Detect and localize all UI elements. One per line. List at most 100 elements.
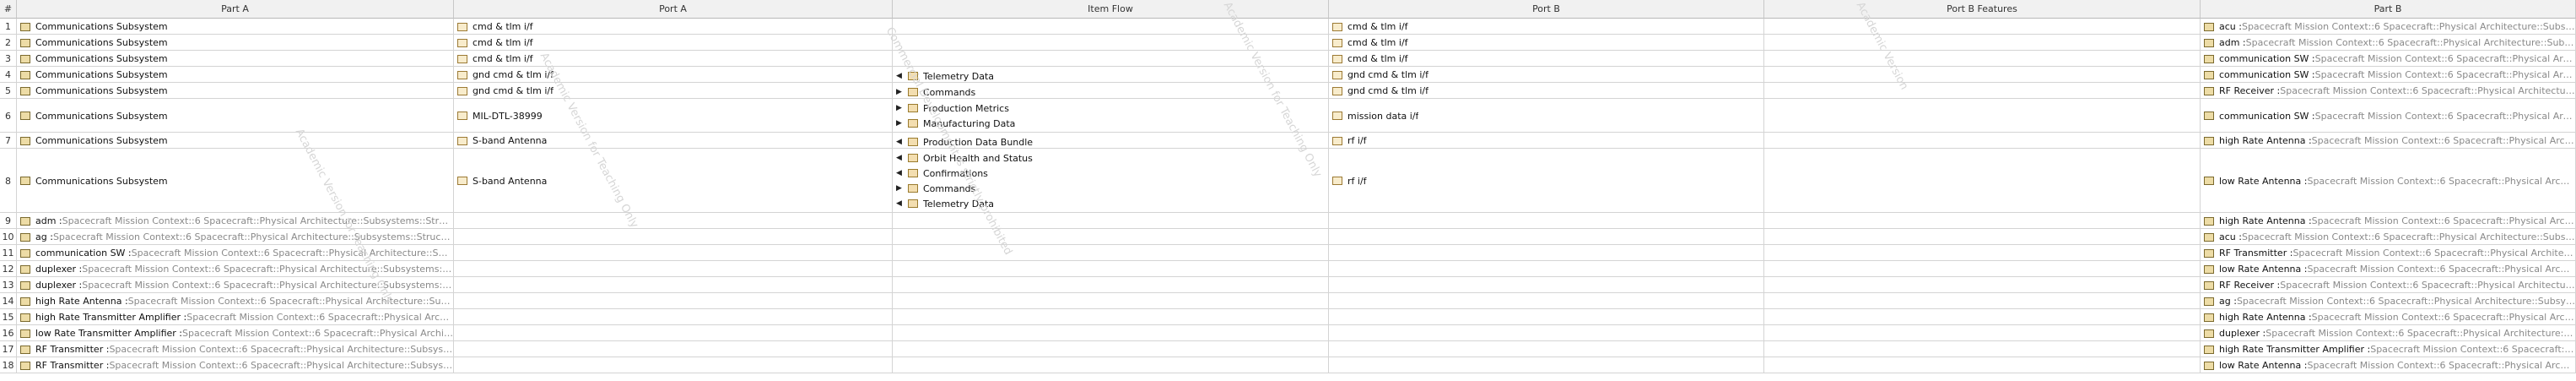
port-b-cell[interactable] [1329,213,1764,229]
port-a-entry[interactable]: S-band Antenna [454,173,892,188]
table-row[interactable]: 14 high Rate Antenna : Spacecraft Mission… [0,293,2576,309]
part-b-cell[interactable]: communication SW : Spacecraft Mission Co… [2201,99,2576,133]
port-a-entry[interactable]: cmd & tlm i/f [454,19,892,35]
port-a-cell[interactable] [454,309,893,325]
port-b-entry[interactable]: cmd & tlm i/f [1329,35,1763,51]
port-a-cell[interactable]: S-band Antenna [454,133,893,149]
part-a-entry[interactable]: communication SW : Spacecraft Mission Co… [17,246,453,261]
table-row[interactable]: 5 Communications Subsystem gnd cmd & tlm i… [0,83,2576,99]
port-b-features-cell[interactable] [1764,341,2201,357]
port-a-cell[interactable]: S-band Antenna [454,149,893,213]
item-flow-cell[interactable] [893,341,1329,357]
port-b-entry[interactable]: gnd cmd & tlm i/f [1329,68,1763,83]
part-a-cell[interactable]: Communications Subsystem [17,83,454,99]
port-b-cell[interactable]: mission data i/f [1329,99,1764,133]
part-a-cell[interactable]: low Rate Transmitter Amplifier : Spacecr… [17,325,454,341]
port-a-entry[interactable]: cmd & tlm i/f [454,52,892,67]
part-b-cell[interactable]: adm : Spacecraft Mission Context::6 Spac… [2201,35,2576,51]
port-b-features-cell[interactable] [1764,133,2201,149]
port-a-cell[interactable]: cmd & tlm i/f [454,19,893,35]
port-b-features-cell[interactable] [1764,309,2201,325]
item-flow-cell[interactable] [893,277,1329,293]
port-a-cell[interactable] [454,229,893,245]
part-a-cell[interactable]: duplexer : Spacecraft Mission Context::6… [17,261,454,277]
part-b-cell[interactable]: high Rate Antenna : Spacecraft Mission C… [2201,213,2576,229]
part-a-entry[interactable]: Communications Subsystem [17,173,453,188]
port-a-cell[interactable] [454,325,893,341]
port-a-cell[interactable]: gnd cmd & tlm i/f [454,83,893,99]
part-a-entry[interactable]: Communications Subsystem [17,68,453,83]
port-b-cell[interactable]: gnd cmd & tlm i/f [1329,83,1764,99]
part-a-cell[interactable]: high Rate Transmitter Amplifier : Spacec… [17,309,454,325]
item-flow-cell[interactable] [893,293,1329,309]
part-b-entry[interactable]: low Rate Antenna : Spacecraft Mission Co… [2201,358,2575,373]
table-row[interactable]: 16 low Rate Transmitter Amplifier : Space… [0,325,2576,341]
port-b-cell[interactable]: rf i/f [1329,133,1764,149]
part-a-entry[interactable]: low Rate Transmitter Amplifier : Spacecr… [17,326,453,341]
port-b-features-cell[interactable] [1764,213,2201,229]
part-b-entry[interactable]: adm : Spacecraft Mission Context::6 Spac… [2201,35,2575,51]
port-b-cell[interactable] [1329,341,1764,357]
part-b-entry[interactable]: ag : Spacecraft Mission Context::6 Space… [2201,294,2575,309]
item-flow-cell[interactable] [893,357,1329,373]
port-a-entry[interactable]: MIL-DTL-38999 [454,108,892,123]
part-a-entry[interactable]: duplexer : Spacecraft Mission Context::6… [17,278,453,293]
port-b-features-cell[interactable] [1764,261,2201,277]
part-b-cell[interactable]: RF Transmitter : Spacecraft Mission Cont… [2201,245,2576,261]
part-b-cell[interactable]: high Rate Transmitter Amplifier : Spacec… [2201,341,2576,357]
port-b-entry[interactable]: rf i/f [1329,133,1763,149]
item-flow-cell[interactable] [893,261,1329,277]
item-flow-cell[interactable]: ◀ Production Data Bundle [893,133,1329,149]
item-flow-entry[interactable]: ◀ Telemetry Data [893,68,1328,82]
part-b-entry[interactable]: communication SW : Spacecraft Mission Co… [2201,52,2575,67]
item-flow-entry[interactable]: ▶ Manufacturing Data [893,116,1328,131]
part-a-cell[interactable]: Communications Subsystem [17,133,454,149]
port-a-cell[interactable]: MIL-DTL-38999 [454,99,893,133]
part-a-cell[interactable]: adm : Spacecraft Mission Context::6 Spac… [17,213,454,229]
port-b-cell[interactable]: rf i/f [1329,149,1764,213]
part-b-cell[interactable]: low Rate Antenna : Spacecraft Mission Co… [2201,149,2576,213]
table-row[interactable]: 12 duplexer : Spacecraft Mission Context:… [0,261,2576,277]
part-a-entry[interactable]: high Rate Transmitter Amplifier : Spacec… [17,310,453,325]
header-col-item-flow[interactable]: Item Flow [893,0,1329,19]
item-flow-cell[interactable] [893,213,1329,229]
port-a-cell[interactable]: cmd & tlm i/f [454,51,893,67]
part-a-cell[interactable]: Communications Subsystem [17,99,454,133]
part-b-entry[interactable]: acu : Spacecraft Mission Context::6 Spac… [2201,19,2575,35]
port-b-cell[interactable]: gnd cmd & tlm i/f [1329,67,1764,83]
table-row[interactable]: 6 Communications Subsystem MIL-DTL-38999 ▶ P… [0,99,2576,133]
part-b-cell[interactable]: duplexer : Spacecraft Mission Context::6… [2201,325,2576,341]
part-a-cell[interactable]: duplexer : Spacecraft Mission Context::6… [17,277,454,293]
port-b-entry[interactable]: mission data i/f [1329,108,1763,123]
part-b-entry[interactable]: high Rate Antenna : Spacecraft Mission C… [2201,310,2575,325]
port-b-features-cell[interactable] [1764,149,2201,213]
part-b-cell[interactable]: communication SW : Spacecraft Mission Co… [2201,51,2576,67]
part-b-cell[interactable]: ag : Spacecraft Mission Context::6 Space… [2201,293,2576,309]
part-b-cell[interactable]: RF Receiver : Spacecraft Mission Context… [2201,277,2576,293]
part-b-entry[interactable]: RF Receiver : Spacecraft Mission Context… [2201,278,2575,293]
port-b-cell[interactable] [1329,245,1764,261]
item-flow-cell[interactable]: ◀ Telemetry Data [893,67,1329,83]
port-b-cell[interactable] [1329,325,1764,341]
table-row[interactable]: 11 communication SW : Spacecraft Mission … [0,245,2576,261]
port-b-entry[interactable]: cmd & tlm i/f [1329,52,1763,67]
port-a-cell[interactable] [454,245,893,261]
port-b-features-cell[interactable] [1764,325,2201,341]
part-a-entry[interactable]: Communications Subsystem [17,35,453,51]
part-b-cell[interactable]: acu : Spacecraft Mission Context::6 Spac… [2201,229,2576,245]
header-col-number[interactable]: # [0,0,17,19]
part-a-entry[interactable]: Communications Subsystem [17,52,453,67]
port-a-cell[interactable] [454,277,893,293]
part-b-entry[interactable]: high Rate Antenna : Spacecraft Mission C… [2201,214,2575,229]
part-b-cell[interactable]: acu : Spacecraft Mission Context::6 Spac… [2201,19,2576,35]
part-a-cell[interactable]: high Rate Antenna : Spacecraft Mission C… [17,293,454,309]
port-b-cell[interactable]: cmd & tlm i/f [1329,35,1764,51]
table-row[interactable]: 15 high Rate Transmitter Amplifier : Spac… [0,309,2576,325]
item-flow-cell[interactable] [893,35,1329,51]
port-b-features-cell[interactable] [1764,19,2201,35]
item-flow-entry[interactable]: ◀ Production Data Bundle [893,134,1328,148]
port-b-features-cell[interactable] [1764,67,2201,83]
port-a-cell[interactable] [454,357,893,373]
item-flow-cell[interactable] [893,51,1329,67]
item-flow-entry[interactable]: ▶ Commands [893,181,1328,196]
